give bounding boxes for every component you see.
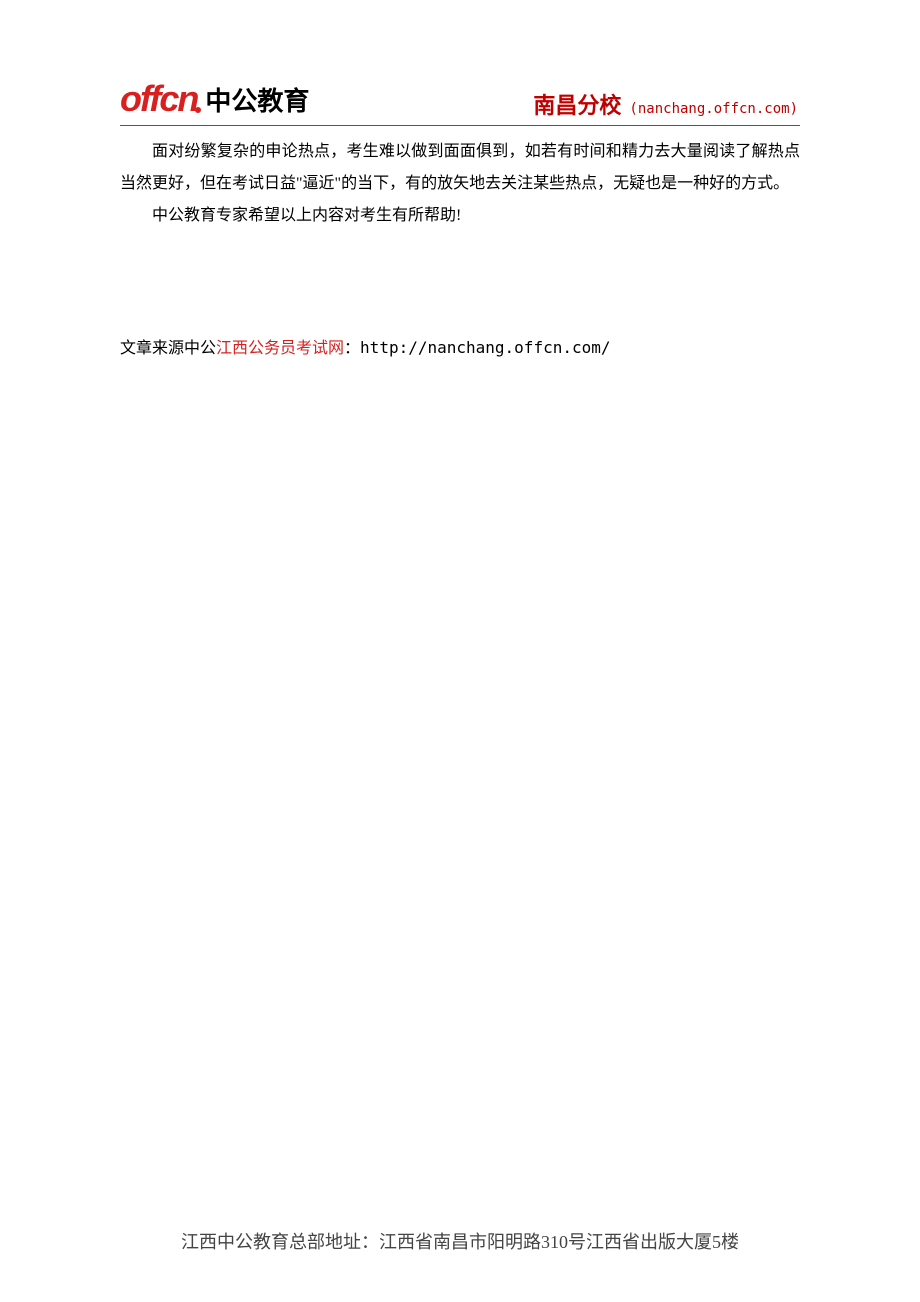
branch-url: (nanchang.offcn.com) — [629, 101, 798, 117]
source-prefix: 文章来源中公 — [120, 340, 216, 357]
source-line: 文章来源中公江西公务员考试网：http://nanchang.offcn.com… — [120, 332, 800, 365]
paragraph-1: 面对纷繁复杂的申论热点，考生难以做到面面俱到，如若有时间和精力去大量阅读了解热点… — [120, 136, 800, 200]
paragraph-2: 中公教育专家希望以上内容对考生有所帮助! — [120, 200, 800, 232]
source-url[interactable]: http://nanchang.offcn.com/ — [360, 338, 610, 357]
logo-en-icon: offcn — [120, 78, 197, 120]
branch-section: 南昌分校 (nanchang.offcn.com) — [533, 88, 800, 120]
page-footer: 江西中公教育总部地址：江西省南昌市阳明路310号江西省出版大厦5楼 — [0, 1228, 920, 1254]
content-body: 面对纷繁复杂的申论热点，考生难以做到面面俱到，如若有时间和精力去大量阅读了解热点… — [120, 136, 800, 365]
branch-name: 南昌分校 — [533, 88, 621, 120]
logo-cn-text: 中公教育 — [205, 81, 309, 118]
logo-section: offcn 中公教育 — [120, 78, 309, 120]
page-header: offcn 中公教育 南昌分校 (nanchang.offcn.com) — [120, 78, 800, 126]
source-link[interactable]: 江西公务员考试网 — [216, 340, 344, 357]
footer-address: 江西中公教育总部地址：江西省南昌市阳明路310号江西省出版大厦5楼 — [181, 1232, 739, 1252]
source-colon: ： — [344, 340, 360, 357]
